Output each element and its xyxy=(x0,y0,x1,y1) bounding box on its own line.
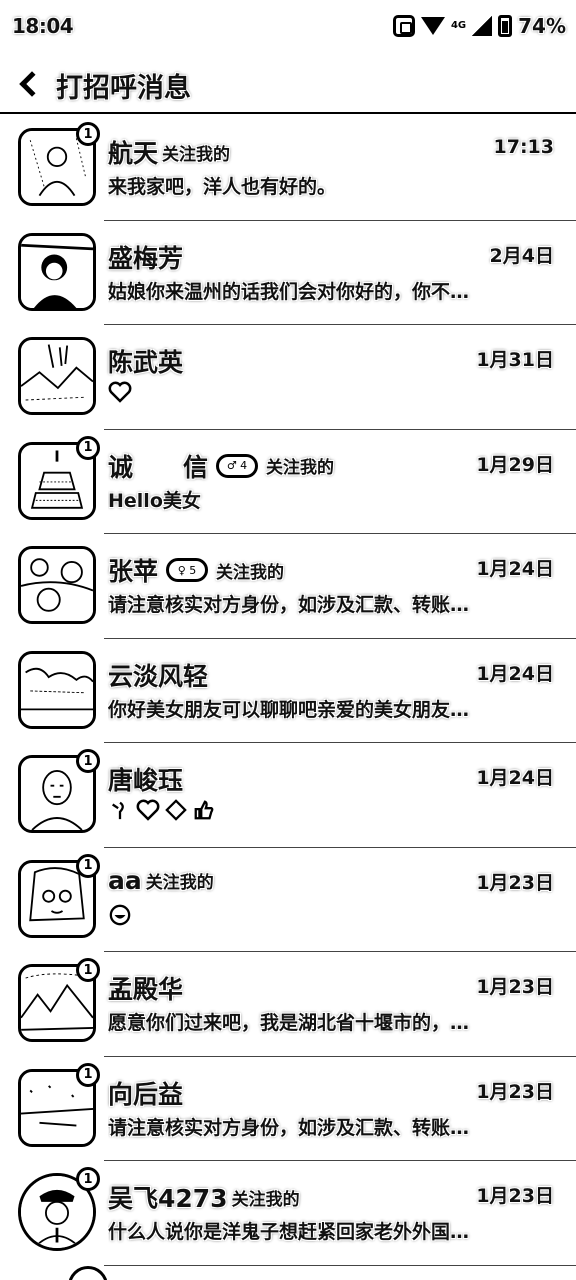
message-row[interactable]: 1 航天 关注我的 17:13 来我家吧，洋人也有好的。 xyxy=(0,116,576,221)
name-line: 孟殿华 xyxy=(108,970,183,1006)
avatar[interactable] xyxy=(18,546,96,624)
sender-name: aa xyxy=(108,865,142,895)
sender-name: 航天 xyxy=(108,139,159,168)
name-line: 吴飞4273 关注我的 xyxy=(108,1179,300,1215)
sender-name: 云淡风轻 xyxy=(108,661,209,691)
sender-name: 唐峻珏 xyxy=(108,766,184,795)
unread-badge: 1 xyxy=(76,853,100,878)
thumbs-up-icon xyxy=(192,799,216,825)
chevron-left-icon xyxy=(19,71,45,97)
name-line: 陈武英 xyxy=(108,343,183,379)
signal-type-label: 4G xyxy=(450,20,467,31)
next-avatar-partial xyxy=(68,1266,108,1280)
message-preview: 什么人说你是洋鬼子想赶紧回家老外外国… xyxy=(108,1221,470,1243)
message-time: 1月23日 xyxy=(476,1080,554,1103)
emoji-preview xyxy=(108,381,132,407)
message-preview: Hello美女 xyxy=(108,489,201,512)
name-line: 云淡风轻 xyxy=(108,657,208,693)
message-row[interactable]: 1 吴飞4273 关注我的 1月23日 什么人说你是洋鬼子想赶紧回家老外外国… xyxy=(0,1161,576,1266)
unread-badge: 1 xyxy=(76,749,100,773)
gender-age-pill: ♂ 4 xyxy=(216,453,259,478)
message-row[interactable]: 1 aa 关注我的 1月23日 xyxy=(0,848,576,953)
battery-percent: 74% xyxy=(518,14,566,38)
sender-name: 盛梅芳 xyxy=(108,243,184,273)
name-line: 盛梅芳 xyxy=(108,239,183,275)
name-line: 航天 关注我的 xyxy=(108,134,230,170)
avatar[interactable] xyxy=(18,337,96,415)
status-bar: 18:04 4G 74% xyxy=(0,0,576,56)
grin-emoji-icon xyxy=(108,904,132,930)
name-line: 唐峻珏 xyxy=(108,761,183,797)
message-row[interactable]: 1 诚 信 ♂ 4 关注我的 1月29日 Hello美女 xyxy=(0,430,576,535)
message-preview: 请注意核实对方身份，如涉及汇款、转账… xyxy=(108,594,470,616)
sender-name: 吴飞4273 xyxy=(108,1184,228,1213)
message-preview: 你好美女朋友可以聊聊吧亲爱的美女朋友… xyxy=(108,698,470,721)
message-preview: 来我家吧，洋人也有好的。 xyxy=(108,176,337,198)
emoji-preview xyxy=(108,904,132,930)
sender-name: 向后益 xyxy=(108,1079,184,1109)
sender-name: 诚 信 xyxy=(108,452,209,482)
message-time: 1月23日 xyxy=(476,1185,554,1207)
message-time: 17:13 xyxy=(493,136,554,158)
follows-me-tag: 关注我的 xyxy=(231,1189,300,1210)
nfc-icon xyxy=(392,15,415,37)
message-row[interactable]: 盛梅芳 2月4日 姑娘你来温州的话我们会对你好的，你不… xyxy=(0,221,576,326)
message-time: 1月29日 xyxy=(476,453,554,476)
message-preview: 愿意你们过来吧，我是湖北省十堰市的，… xyxy=(108,1012,470,1034)
unread-badge: 1 xyxy=(76,1062,100,1087)
name-line: 诚 信 ♂ 4 关注我的 xyxy=(108,448,334,484)
avatar[interactable] xyxy=(18,650,96,729)
back-button[interactable] xyxy=(14,64,50,104)
follows-me-tag: 关注我的 xyxy=(145,872,214,893)
message-time: 1月23日 xyxy=(476,871,554,894)
avatar[interactable] xyxy=(18,232,96,311)
message-time: 1月24日 xyxy=(476,767,554,789)
page-header: 打招呼消息 xyxy=(0,56,576,114)
battery-icon xyxy=(498,15,513,37)
gender-age-pill: ♀ 5 xyxy=(166,558,209,582)
sender-name: 张苹 xyxy=(108,557,159,586)
message-preview: 姑娘你来温州的话我们会对你好的，你不… xyxy=(108,280,470,303)
message-row[interactable]: 云淡风轻 1月24日 你好美女朋友可以聊聊吧亲爱的美女朋友… xyxy=(0,639,576,744)
emoji-preview xyxy=(108,799,216,825)
sender-name: 孟殿华 xyxy=(108,975,184,1004)
message-time: 1月24日 xyxy=(476,558,554,580)
status-icons: 4G 74% xyxy=(392,14,566,38)
status-time: 18:04 xyxy=(12,14,74,38)
message-row[interactable]: 1 唐峻珏 1月24日 xyxy=(0,743,576,848)
message-preview: 请注意核实对方身份，如涉及汇款、转账… xyxy=(108,1116,470,1139)
follows-me-tag: 关注我的 xyxy=(216,562,285,583)
message-row[interactable]: 1 向后益 1月23日 请注意核实对方身份，如涉及汇款、转账… xyxy=(0,1057,576,1162)
name-line: 张苹 ♀ 5 关注我的 xyxy=(108,552,284,588)
heart-icon xyxy=(136,799,160,825)
message-time: 1月31日 xyxy=(476,349,554,371)
message-time: 2月4日 xyxy=(489,244,554,267)
unread-badge: 1 xyxy=(76,122,100,146)
rose-icon xyxy=(108,799,132,825)
cell-signal-icon xyxy=(472,16,493,36)
message-row[interactable]: 陈武英 1月31日 xyxy=(0,325,576,430)
message-row[interactable]: 1 孟殿华 1月23日 愿意你们过来吧，我是湖北省十堰市的，… xyxy=(0,952,576,1057)
page-title: 打招呼消息 xyxy=(56,73,191,104)
name-line: aa 关注我的 xyxy=(108,866,214,895)
follows-me-tag: 关注我的 xyxy=(162,144,231,165)
unread-badge: 1 xyxy=(76,435,100,460)
unread-badge: 1 xyxy=(76,1167,100,1191)
unread-badge: 1 xyxy=(76,958,100,982)
sender-name: 陈武英 xyxy=(108,348,184,377)
name-line: 向后益 xyxy=(108,1075,183,1111)
heart-icon xyxy=(108,381,132,407)
message-row[interactable]: 张苹 ♀ 5 关注我的 1月24日 请注意核实对方身份，如涉及汇款、转账… xyxy=(0,534,576,639)
follows-me-tag: 关注我的 xyxy=(266,458,335,478)
message-time: 1月23日 xyxy=(476,976,554,998)
diamond-icon xyxy=(164,799,188,825)
greeting-message-list: 1 航天 关注我的 17:13 来我家吧，洋人也有好的。 盛梅芳 2月4日 姑娘你来温州的话我… xyxy=(0,116,576,1266)
message-time: 1月24日 xyxy=(476,662,554,685)
wifi-icon xyxy=(420,17,445,35)
